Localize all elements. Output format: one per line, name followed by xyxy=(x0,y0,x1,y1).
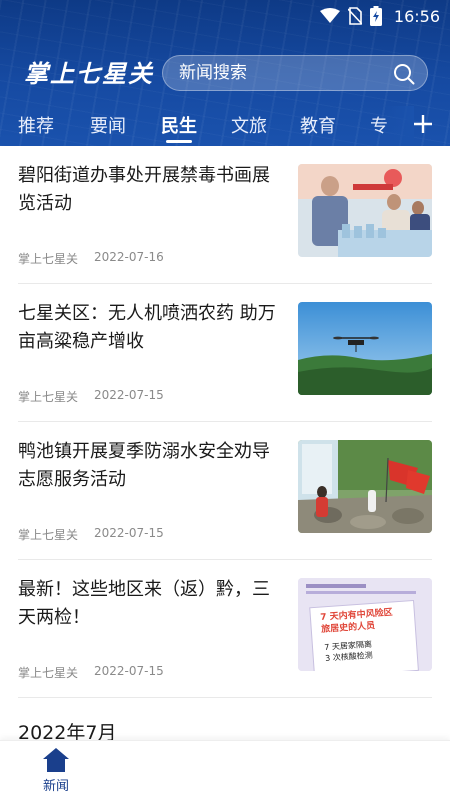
list-item[interactable]: 碧阳街道办事处开展禁毒书画展览活动 掌上七星关 2022-07-16 xyxy=(0,146,450,284)
volunteer-photo-thumbnail[interactable] xyxy=(298,440,432,533)
tab-culture-tourism[interactable]: 文旅 xyxy=(231,112,267,138)
news-source: 掌上七星关 xyxy=(18,666,79,680)
news-meta: 掌上七星关 2022-07-15 xyxy=(18,526,164,543)
search-bar[interactable] xyxy=(162,55,428,91)
plus-icon[interactable] xyxy=(412,113,434,135)
category-tabs: 推荐 要闻 民生 文旅 教育 专 xyxy=(0,106,450,146)
news-date: 2022-07-15 xyxy=(94,388,164,402)
status-bar: 16:56 xyxy=(0,0,450,32)
news-title[interactable]: 碧阳街道办事处开展禁毒书画展览活动 xyxy=(18,162,286,218)
status-icons: 16:56 xyxy=(319,6,440,26)
wifi-icon xyxy=(319,8,340,23)
news-meta: 掌上七星关 2022-07-15 xyxy=(18,388,164,405)
nav-item-news[interactable]: 新闻 xyxy=(30,747,82,799)
app-logo: 掌上七星关 xyxy=(24,59,154,88)
news-source: 掌上七星关 xyxy=(18,390,79,404)
news-title[interactable]: 鸭池镇开展夏季防溺水安全劝导志愿服务活动 xyxy=(18,438,286,494)
no-sim-icon xyxy=(347,7,362,25)
news-meta: 掌上七星关 2022-07-15 xyxy=(18,664,164,681)
tab-livelihood[interactable]: 民生 xyxy=(161,112,197,138)
bottom-nav: 新闻 xyxy=(0,740,450,800)
news-date: 2022-07-15 xyxy=(94,526,164,540)
news-title[interactable]: 七星关区：无人机喷洒农药 助万亩高粱稳产增收 xyxy=(18,300,286,356)
list-item[interactable]: 鸭池镇开展夏季防溺水安全劝导志愿服务活动 掌上七星关 2022-07-15 xyxy=(0,422,450,560)
active-tab-indicator xyxy=(166,140,192,143)
drone-photo xyxy=(298,302,432,395)
drone-photo-thumbnail[interactable] xyxy=(298,302,432,395)
status-time: 16:56 xyxy=(393,6,440,26)
volunteer-photo xyxy=(298,440,432,533)
home-icon xyxy=(43,748,69,772)
notice-text-measures: 7 天居家隔离 3 次核酸检测 xyxy=(324,639,373,663)
news-date: 2022-07-16 xyxy=(94,250,164,264)
tabs-fade xyxy=(384,106,414,146)
tab-headlines[interactable]: 要闻 xyxy=(90,112,126,138)
nav-label-news: 新闻 xyxy=(42,779,69,794)
tab-recommend[interactable]: 推荐 xyxy=(18,112,54,138)
event-photo xyxy=(298,164,432,257)
divider xyxy=(18,697,432,698)
app-header: 16:56 掌上七星关 推荐 要闻 民生 文旅 教育 专 xyxy=(0,0,450,146)
tab-education[interactable]: 教育 xyxy=(300,112,336,138)
news-meta: 掌上七星关 2022-07-16 xyxy=(18,250,164,267)
news-source: 掌上七星关 xyxy=(18,252,79,266)
notice-text-risk: 7 天内有中风险区 旅居史的人员 xyxy=(320,607,393,635)
list-item[interactable]: 最新！这些地区来（返）黔，三天两检！ 掌上七星关 2022-07-15 7 天内… xyxy=(0,560,450,698)
news-title[interactable]: 最新！这些地区来（返）黔，三天两检！ xyxy=(18,576,286,632)
search-input[interactable] xyxy=(179,56,389,90)
notice-graphic-thumbnail[interactable]: 7 天内有中风险区 旅居史的人员 7 天居家隔离 3 次核酸检测 xyxy=(298,578,432,671)
battery-icon xyxy=(369,6,382,26)
search-icon[interactable] xyxy=(393,63,415,85)
news-date: 2022-07-15 xyxy=(94,664,164,678)
event-photo-thumbnail[interactable] xyxy=(298,164,432,257)
news-source: 掌上七星关 xyxy=(18,528,79,542)
list-item[interactable]: 七星关区：无人机喷洒农药 助万亩高粱稳产增收 掌上七星关 2022-07-15 xyxy=(0,284,450,422)
